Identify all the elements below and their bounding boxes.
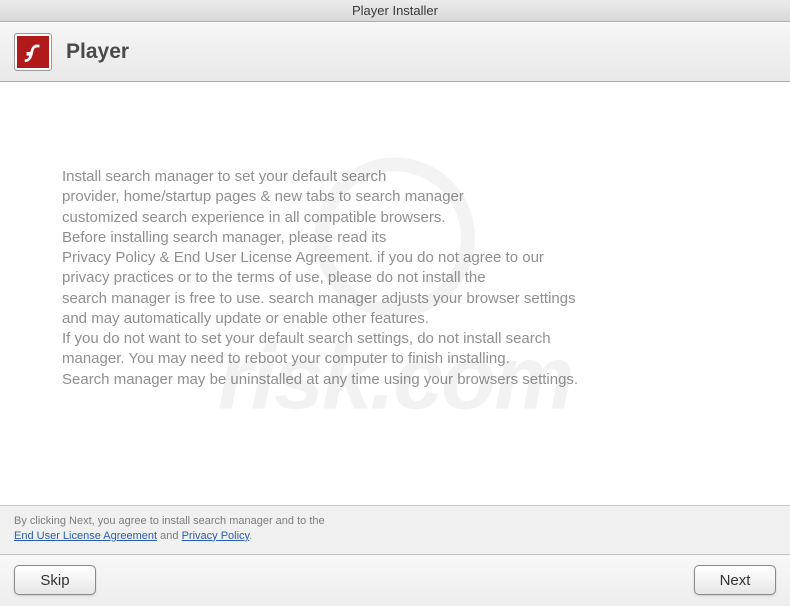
header-title: Player: [66, 40, 129, 64]
player-logo: [14, 33, 52, 71]
flash-icon: [17, 36, 49, 68]
eula-link[interactable]: End User License Agreement: [14, 530, 157, 542]
footer: By clicking Next, you agree to install s…: [0, 505, 790, 605]
window-titlebar: Player Installer: [0, 0, 790, 22]
button-row: Skip Next: [0, 554, 790, 606]
and-word: and: [160, 530, 178, 542]
skip-button[interactable]: Skip: [14, 565, 96, 595]
body-text: Install search manager to set your defau…: [62, 167, 728, 390]
next-button[interactable]: Next: [694, 565, 776, 595]
header-bar: Player: [0, 22, 790, 82]
content-area: risk.com Install search manager to set y…: [0, 82, 790, 505]
agreement-text: By clicking Next, you agree to install s…: [0, 505, 790, 554]
agree-prefix: By clicking Next, you agree to install s…: [14, 515, 325, 527]
privacy-link[interactable]: Privacy Policy: [182, 530, 250, 542]
